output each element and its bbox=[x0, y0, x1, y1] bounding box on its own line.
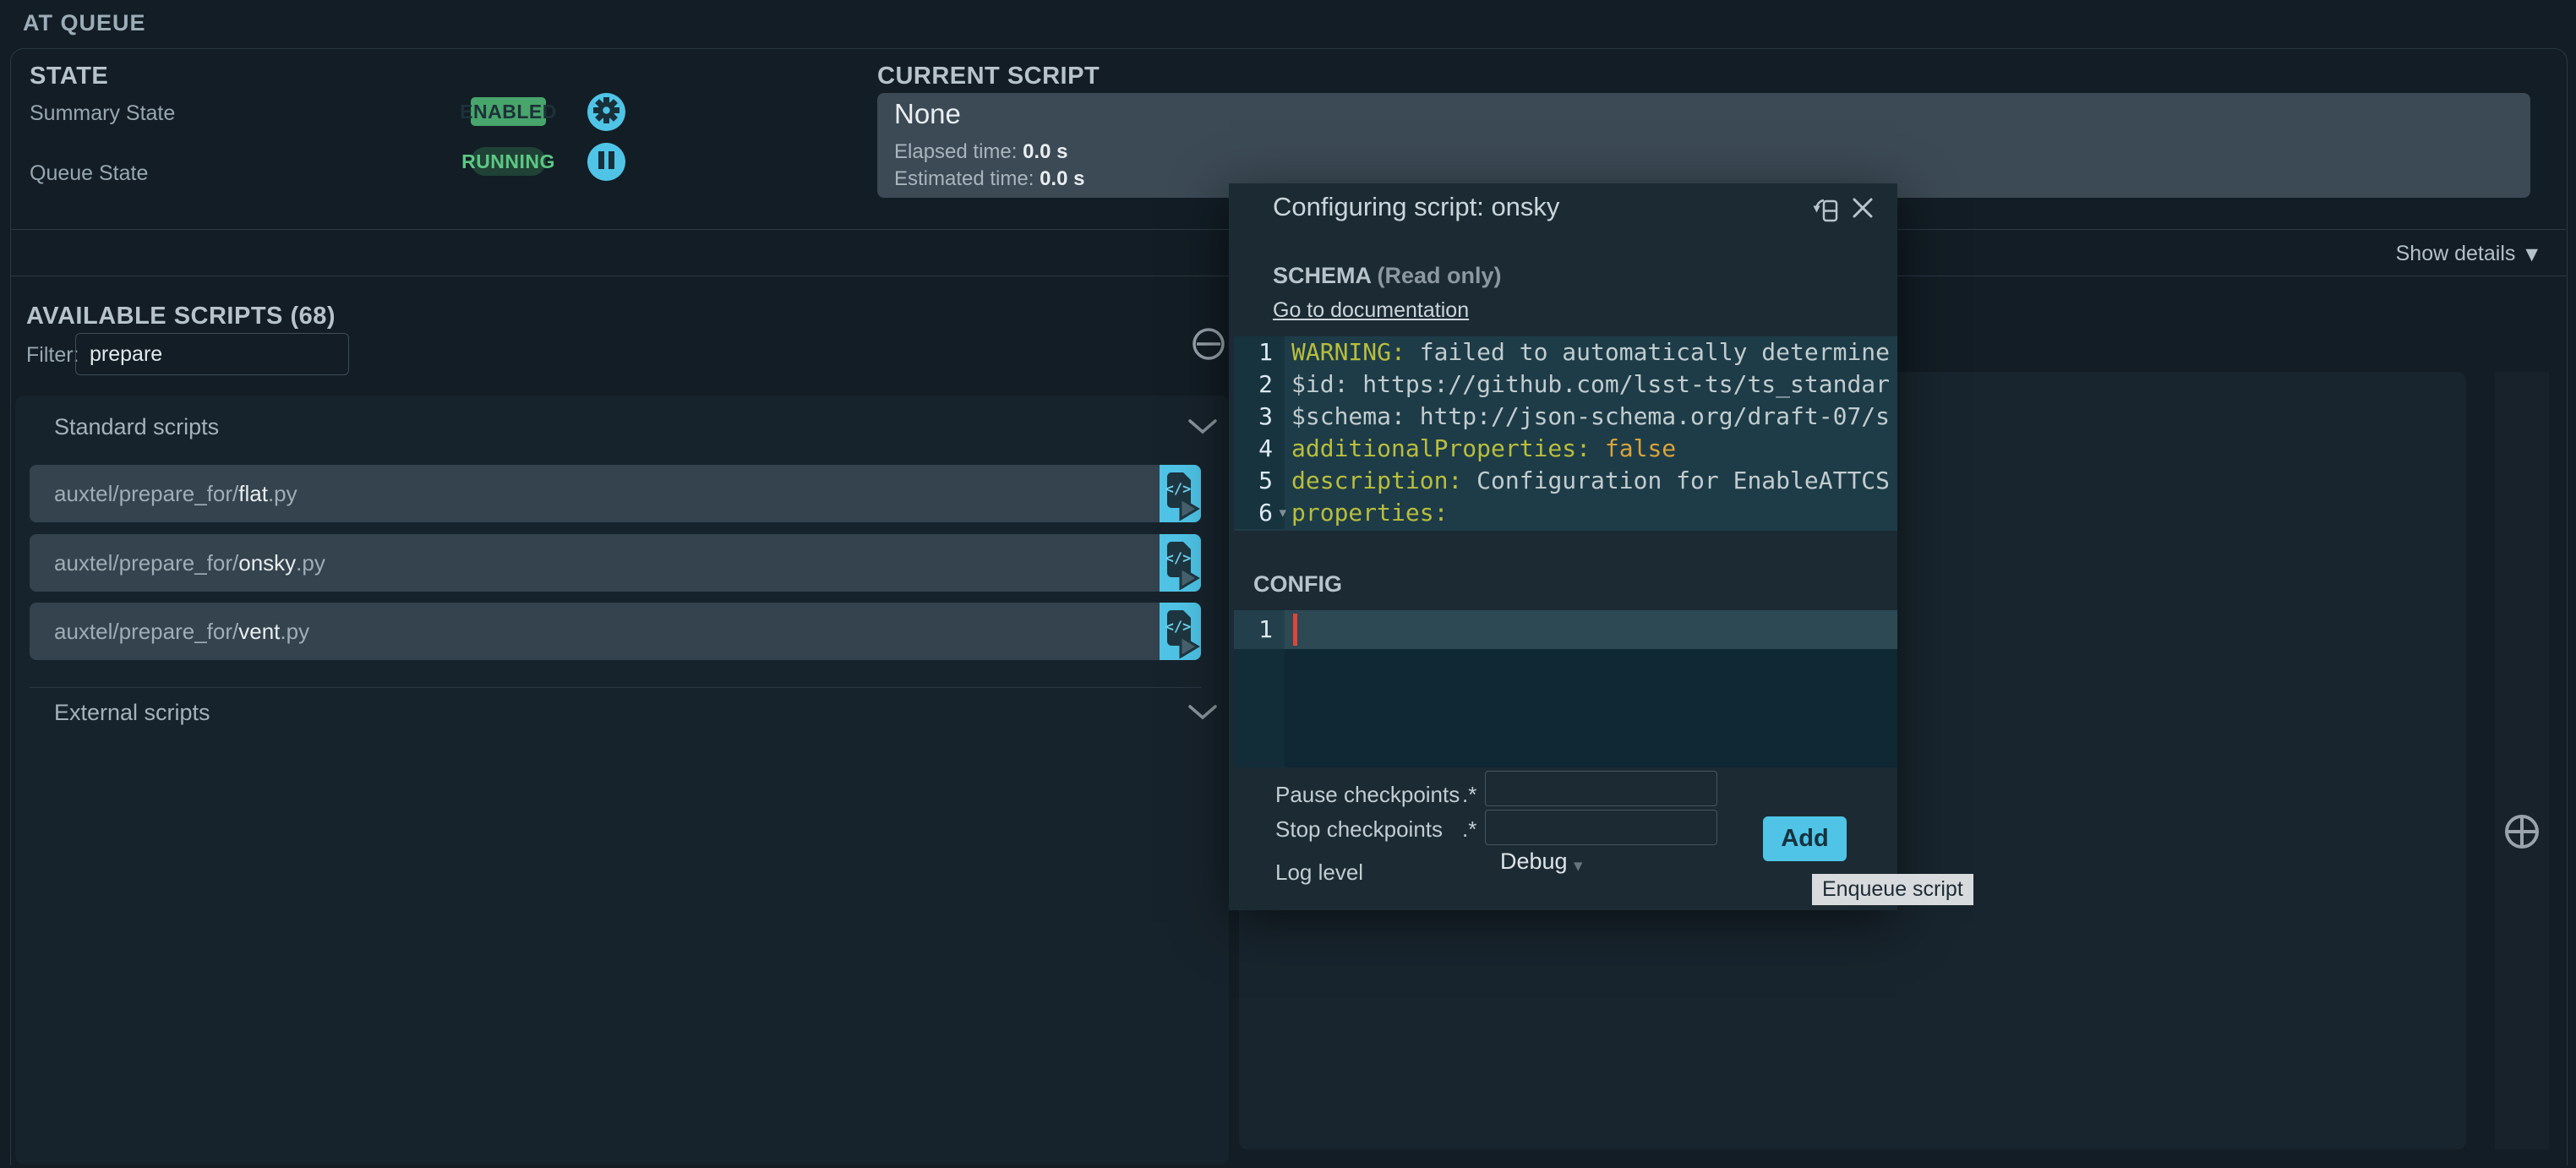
queue-state-label: Queue State bbox=[30, 161, 148, 186]
filter-input[interactable] bbox=[75, 333, 349, 375]
page-title: AT QUEUE bbox=[23, 10, 146, 36]
detach-dialog-button[interactable] bbox=[1811, 195, 1842, 230]
enqueue-script-tooltip: Enqueue script bbox=[1812, 874, 1973, 905]
log-level-label: Log level bbox=[1275, 860, 1363, 886]
available-scripts-heading: AVAILABLE SCRIPTS (68) bbox=[26, 303, 336, 330]
script-row-onsky[interactable]: auxtel/prepare_for/onsky.py </> bbox=[30, 534, 1201, 592]
queue-state-badge: RUNNING bbox=[471, 147, 546, 176]
launch-script-icon: </> bbox=[1160, 640, 1201, 665]
schema-line: 1 WARNING: failed to automatically deter… bbox=[1234, 336, 1897, 368]
minus-circle-icon bbox=[1191, 351, 1226, 365]
collapse-available-scripts-button[interactable] bbox=[1191, 326, 1226, 366]
dropdown-arrow-icon[interactable]: ▾ bbox=[1574, 855, 1583, 876]
fold-arrow-icon: ▾ bbox=[1279, 497, 1286, 529]
chevron-down-icon bbox=[1187, 711, 1219, 725]
summary-state-badge: ENABLED bbox=[471, 97, 546, 126]
pause-icon bbox=[587, 141, 625, 183]
config-heading: CONFIG bbox=[1253, 571, 1342, 598]
state-heading: STATE bbox=[30, 63, 108, 90]
config-active-line[interactable]: 1 bbox=[1234, 610, 1897, 649]
script-row-vent[interactable]: auxtel/prepare_for/vent.py </> bbox=[30, 603, 1201, 660]
summary-state-config-button[interactable] bbox=[587, 93, 625, 131]
duplicate-window-icon bbox=[1811, 215, 1842, 229]
pause-queue-button[interactable] bbox=[587, 143, 625, 181]
scripts-divider bbox=[30, 687, 1201, 688]
filter-label: Filter: bbox=[26, 343, 79, 368]
current-script-card: None Elapsed time: 0.0 s Estimated time:… bbox=[877, 93, 2530, 198]
show-details-arrow-icon: ▼ bbox=[2525, 245, 2538, 264]
svg-text:</>: </> bbox=[1165, 481, 1192, 498]
stop-checkpoints-label: Stop checkpoints bbox=[1275, 816, 1443, 843]
launch-script-icon: </> bbox=[1160, 571, 1201, 597]
pause-checkpoints-regex: .* bbox=[1462, 782, 1476, 808]
config-editor[interactable]: 1 bbox=[1234, 610, 1897, 767]
standard-scripts-collapse[interactable] bbox=[1187, 418, 1219, 440]
script-row-flat[interactable]: auxtel/prepare_for/flat.py </> bbox=[30, 465, 1201, 522]
external-scripts-label: External scripts bbox=[54, 700, 210, 726]
text-cursor bbox=[1293, 614, 1297, 646]
schema-line: 2 $id: https://github.com/lsst-ts/ts_sta… bbox=[1234, 368, 1897, 401]
config-editor-body[interactable] bbox=[1234, 649, 1897, 767]
gear-icon bbox=[587, 91, 625, 134]
estimated-time: Estimated time: 0.0 s bbox=[894, 167, 1084, 191]
summary-state-label: Summary State bbox=[30, 101, 175, 126]
launch-script-button[interactable]: </> bbox=[1160, 534, 1201, 592]
close-icon bbox=[1848, 211, 1877, 226]
add-button[interactable]: Add bbox=[1763, 816, 1847, 861]
svg-text:</>: </> bbox=[1165, 619, 1192, 636]
standard-scripts-label: Standard scripts bbox=[54, 414, 219, 440]
schema-heading: SCHEMA (Read only) bbox=[1273, 263, 1502, 289]
modal-title: Configuring script: onsky bbox=[1273, 192, 1559, 222]
schema-line: 4 additionalProperties: false bbox=[1234, 433, 1897, 465]
show-details-toggle[interactable]: Show details ▼ bbox=[2396, 242, 2538, 266]
stop-checkpoints-input[interactable] bbox=[1485, 810, 1717, 845]
documentation-link[interactable]: Go to documentation bbox=[1273, 298, 1469, 323]
current-script-heading: CURRENT SCRIPT bbox=[877, 63, 1100, 90]
schema-line: 5 description: Configuration for EnableA… bbox=[1234, 465, 1897, 497]
current-script-name: None bbox=[894, 98, 961, 130]
at-queue-view: AT QUEUE STATE Summary State Queue State… bbox=[0, 0, 2576, 1168]
stop-checkpoints-regex: .* bbox=[1462, 816, 1476, 843]
pause-checkpoints-label: Pause checkpoints bbox=[1275, 782, 1460, 808]
launch-script-button[interactable]: </> bbox=[1160, 465, 1201, 522]
launch-script-button[interactable]: </> bbox=[1160, 603, 1201, 660]
configure-script-modal: Configuring script: onsky SCHEMA (Rea bbox=[1229, 183, 1897, 910]
queue-scrollbar[interactable] bbox=[2495, 372, 2549, 1149]
schema-line: 6▾ properties: bbox=[1234, 497, 1897, 529]
log-level-select[interactable]: Debug bbox=[1500, 849, 1568, 875]
chevron-down-icon bbox=[1187, 425, 1219, 439]
close-modal-button[interactable] bbox=[1848, 194, 1877, 227]
elapsed-time: Elapsed time: 0.0 s bbox=[894, 140, 1067, 164]
crosshair-icon[interactable] bbox=[2503, 813, 2541, 854]
schema-editor[interactable]: 1 WARNING: failed to automatically deter… bbox=[1234, 336, 1897, 531]
external-scripts-collapse[interactable] bbox=[1187, 703, 1219, 726]
svg-text:</>: </> bbox=[1165, 550, 1192, 567]
launch-script-icon: </> bbox=[1160, 502, 1201, 527]
schema-line: 3 $schema: http://json-schema.org/draft-… bbox=[1234, 401, 1897, 433]
pause-checkpoints-input[interactable] bbox=[1485, 771, 1717, 806]
